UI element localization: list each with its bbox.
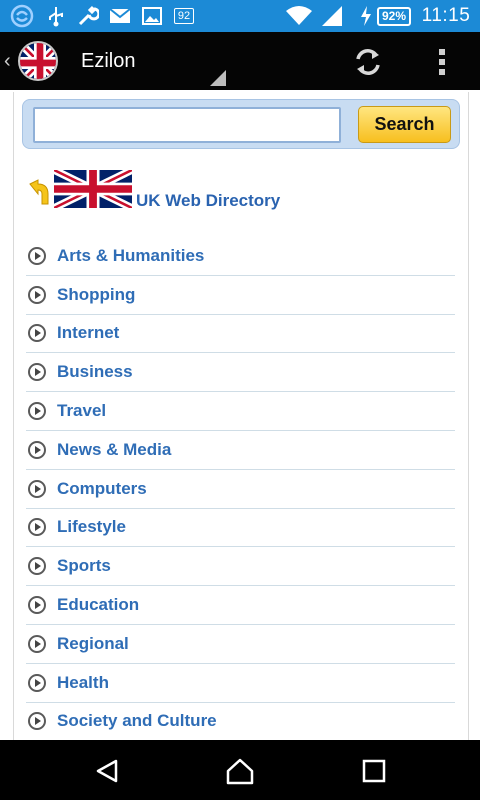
category-item[interactable]: Lifestyle <box>26 509 455 548</box>
search-button[interactable]: Search <box>358 106 451 143</box>
category-item[interactable]: Arts & Humanities <box>26 237 455 276</box>
back-chevron-icon[interactable]: ‹ <box>4 50 11 73</box>
directory-header: UK Web Directory <box>28 166 458 212</box>
category-item[interactable]: Computers <box>26 470 455 509</box>
category-item[interactable]: Shopping <box>26 276 455 315</box>
category-item[interactable]: Regional <box>26 625 455 664</box>
category-link[interactable]: Business <box>57 362 133 382</box>
category-link[interactable]: News & Media <box>57 440 171 460</box>
category-link[interactable]: Shopping <box>57 285 135 305</box>
wifi-icon <box>284 0 314 32</box>
circle-arrow-icon <box>28 402 46 421</box>
status-time: 11:15 <box>421 5 471 26</box>
wrench-icon <box>76 0 100 32</box>
circle-arrow-icon <box>28 634 46 653</box>
signal-icon <box>320 0 344 32</box>
home-icon[interactable] <box>224 755 256 787</box>
circle-arrow-icon <box>28 557 46 576</box>
status-bar: 92 92% 11:15 <box>0 0 480 32</box>
circle-arrow-icon <box>28 246 46 265</box>
battery-level: 92% <box>376 6 412 26</box>
category-link[interactable]: Regional <box>57 634 129 654</box>
directory-title-link[interactable]: UK Web Directory <box>136 191 280 211</box>
usb-icon <box>44 0 68 32</box>
category-link[interactable]: Health <box>57 673 109 693</box>
category-list: Arts & Humanities Shopping Internet Busines… <box>26 237 455 740</box>
category-link[interactable]: Society and Culture <box>57 711 217 731</box>
uk-flag-logo[interactable] <box>18 41 58 81</box>
navigation-bar <box>0 740 480 800</box>
category-link[interactable]: Internet <box>57 323 119 343</box>
category-link[interactable]: Arts & Humanities <box>57 246 204 266</box>
overflow-menu-icon[interactable] <box>430 46 454 78</box>
uk-flag-icon[interactable] <box>52 166 134 212</box>
back-icon[interactable] <box>92 755 124 787</box>
status-time-wrap: 11:15 <box>418 0 474 32</box>
mail-icon <box>108 0 132 32</box>
category-link[interactable]: Education <box>57 595 139 615</box>
circle-arrow-icon <box>28 712 46 731</box>
sync-icon <box>8 0 36 32</box>
category-item[interactable]: Internet <box>26 315 455 354</box>
circle-arrow-icon <box>28 673 46 692</box>
category-link[interactable]: Lifestyle <box>57 517 126 537</box>
category-item[interactable]: News & Media <box>26 431 455 470</box>
webview-content: Search UK Web Directory Arts & Humanitie… <box>0 90 480 740</box>
circle-arrow-icon <box>28 324 46 343</box>
circle-arrow-icon <box>28 518 46 537</box>
category-item[interactable]: Business <box>26 353 455 393</box>
category-link[interactable]: Sports <box>57 556 111 576</box>
yellow-arrow-icon <box>28 178 52 206</box>
circle-arrow-icon <box>28 363 46 382</box>
circle-arrow-icon <box>28 479 46 498</box>
battery-icon: 92% <box>374 0 414 32</box>
action-bar: ‹ Ezilon <box>0 32 480 90</box>
search-input[interactable] <box>33 107 341 143</box>
circle-arrow-icon <box>28 596 46 615</box>
app-title[interactable]: Ezilon <box>81 50 135 73</box>
search-bar: Search <box>22 99 460 149</box>
category-link[interactable]: Computers <box>57 479 147 499</box>
category-item[interactable]: Health <box>26 664 455 703</box>
spinner-indicator-icon[interactable] <box>210 70 226 86</box>
category-item[interactable]: Society and Culture <box>26 703 455 740</box>
category-item[interactable]: Sports <box>26 547 455 587</box>
notification-badge: 92 <box>173 8 195 24</box>
category-link[interactable]: Travel <box>57 401 106 421</box>
refresh-icon[interactable] <box>350 44 386 80</box>
recent-apps-icon[interactable] <box>358 755 390 787</box>
category-item[interactable]: Education <box>26 586 455 625</box>
image-icon <box>140 0 164 32</box>
circle-arrow-icon <box>28 285 46 304</box>
badge-icon: 92 <box>170 0 198 32</box>
category-item[interactable]: Travel <box>26 392 455 431</box>
charging-icon <box>358 0 374 32</box>
circle-arrow-icon <box>28 440 46 459</box>
